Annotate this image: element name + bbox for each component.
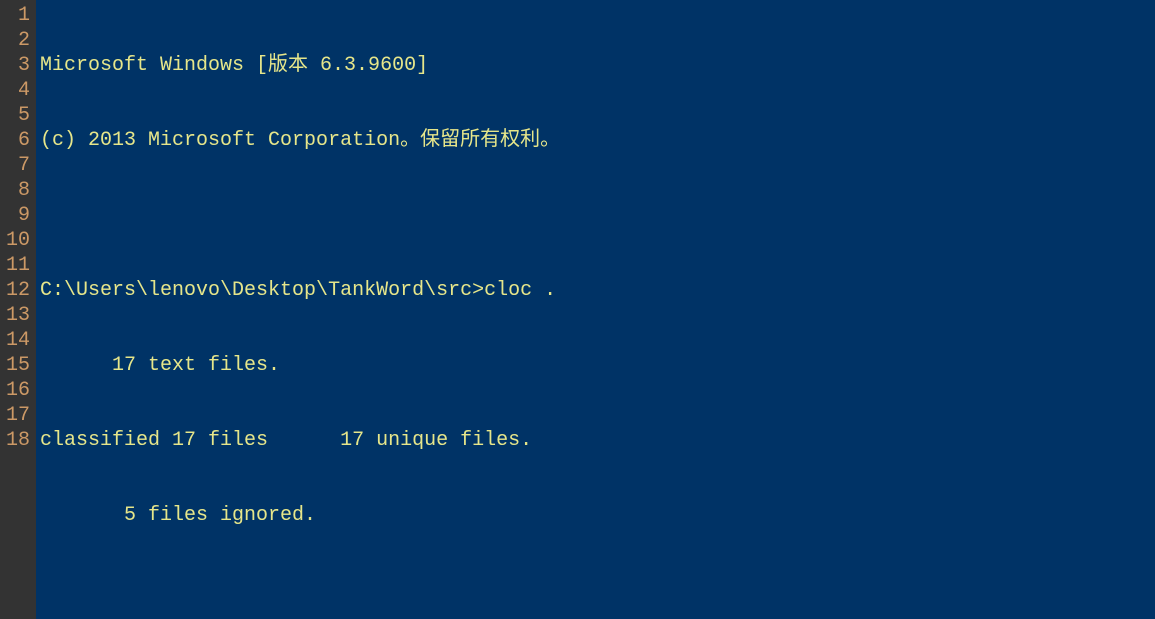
line-number: 9 [6,203,30,228]
line-number: 18 [6,428,30,453]
line-number: 8 [6,178,30,203]
terminal-line: Microsoft Windows [版本 6.3.9600] [40,53,1155,78]
terminal-line: classified 17 files 17 unique files. [40,428,1155,453]
line-number: 13 [6,303,30,328]
line-number: 6 [6,128,30,153]
line-number: 7 [6,153,30,178]
terminal-line [40,203,1155,228]
terminal-window[interactable]: 123456789101112131415161718 Microsoft Wi… [0,0,1155,619]
line-number: 1 [6,3,30,28]
line-number: 5 [6,103,30,128]
line-number: 4 [6,78,30,103]
terminal-line: 17 text files. [40,353,1155,378]
line-number-gutter: 123456789101112131415161718 [0,0,36,619]
terminal-line: (c) 2013 Microsoft Corporation。保留所有权利。 [40,128,1155,153]
line-number: 3 [6,53,30,78]
terminal-line: 5 files ignored. [40,503,1155,528]
terminal-content[interactable]: Microsoft Windows [版本 6.3.9600] (c) 2013… [36,0,1155,619]
line-number: 10 [6,228,30,253]
line-number: 12 [6,278,30,303]
line-number: 11 [6,253,30,278]
terminal-prompt-line: C:\Users\lenovo\Desktop\TankWord\src>clo… [40,278,1155,303]
line-number: 16 [6,378,30,403]
terminal-line [40,578,1155,603]
line-number: 17 [6,403,30,428]
line-number: 15 [6,353,30,378]
line-number: 2 [6,28,30,53]
line-number: 14 [6,328,30,353]
